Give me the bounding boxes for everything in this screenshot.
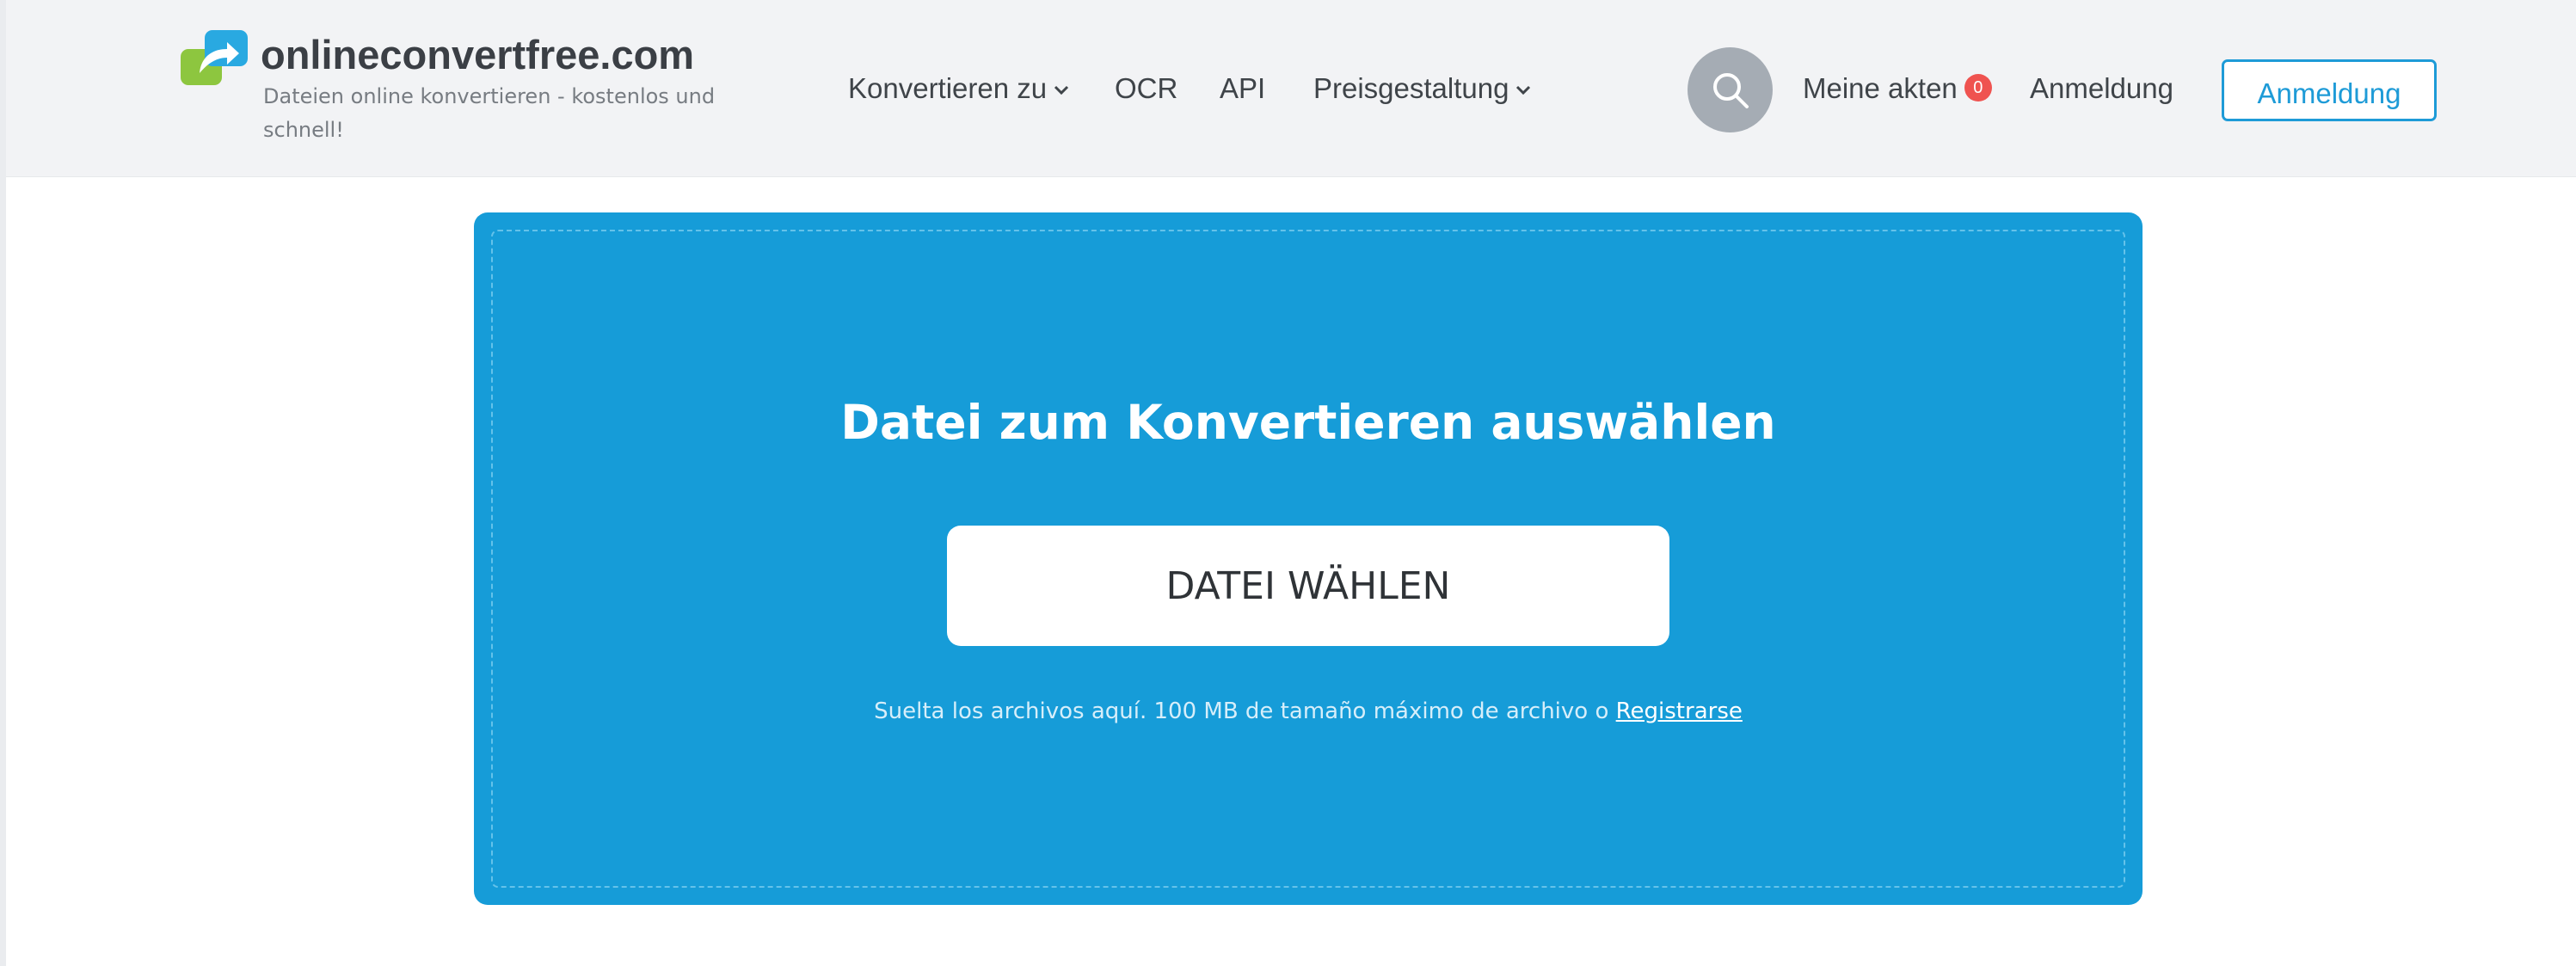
chevron-down-icon bbox=[1516, 86, 1531, 95]
brand-tagline: Dateien online konvertieren - kostenlos … bbox=[263, 84, 716, 142]
search-icon bbox=[1713, 73, 1749, 108]
nav-ocr-label: OCR bbox=[1115, 72, 1178, 104]
login-link[interactable]: Anmeldung bbox=[2030, 72, 2173, 105]
nav-pricing[interactable]: Preisgestaltung bbox=[1313, 72, 1531, 105]
logo-icon bbox=[181, 30, 248, 85]
search-button[interactable] bbox=[1688, 47, 1773, 132]
site-header: onlineconvertfree.com Dateien online kon… bbox=[6, 0, 2576, 177]
nav-convert-to[interactable]: Konvertieren zu bbox=[848, 72, 1069, 105]
nav-api-label: API bbox=[1220, 72, 1266, 104]
brand-name: onlineconvertfree.com bbox=[261, 32, 695, 77]
upload-helper-label: Suelta los archivos aquí. 100 MB de tama… bbox=[874, 698, 1616, 724]
signup-button[interactable]: Anmeldung bbox=[2222, 59, 2437, 121]
my-files-link[interactable]: Meine akten 0 bbox=[1803, 72, 1992, 105]
nav-api[interactable]: API bbox=[1220, 72, 1265, 105]
site-logo[interactable]: onlineconvertfree.com Dateien online kon… bbox=[181, 26, 740, 155]
chevron-down-icon bbox=[1054, 86, 1069, 95]
nav-pricing-label: Preisgestaltung bbox=[1313, 72, 1509, 104]
upload-helper-text: Suelta los archivos aquí. 100 MB de tama… bbox=[474, 698, 2143, 724]
my-files-count-badge: 0 bbox=[1964, 74, 1992, 102]
choose-file-button[interactable]: DATEI WÄHLEN bbox=[947, 526, 1669, 646]
upload-panel[interactable]: Datei zum Konvertieren auswählen DATEI W… bbox=[474, 212, 2143, 905]
window-edge bbox=[0, 0, 6, 966]
nav-ocr[interactable]: OCR bbox=[1115, 72, 1177, 105]
nav-convert-to-label: Konvertieren zu bbox=[848, 72, 1048, 104]
register-link[interactable]: Registrarse bbox=[1616, 698, 1743, 724]
upload-title: Datei zum Konvertieren auswählen bbox=[840, 395, 1776, 450]
my-files-label: Meine akten bbox=[1803, 72, 1958, 104]
login-label: Anmeldung bbox=[2030, 72, 2173, 104]
